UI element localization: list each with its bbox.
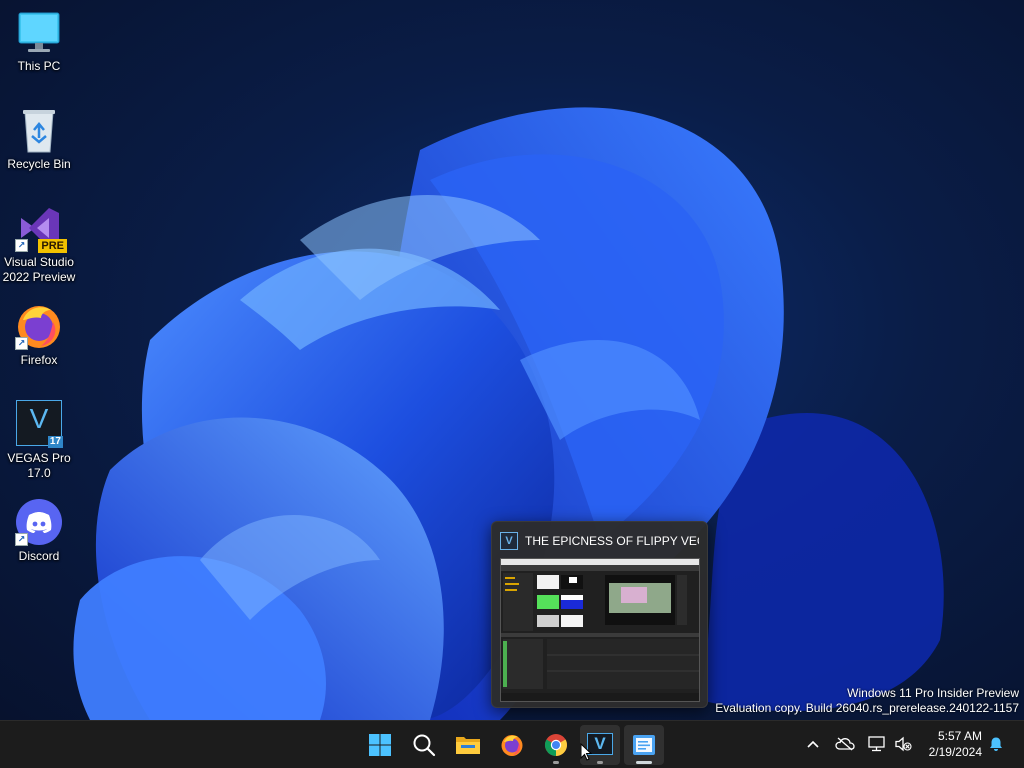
- start-icon: [369, 734, 391, 756]
- volume-muted-icon: [895, 736, 912, 752]
- network-status-button[interactable]: [866, 734, 888, 754]
- shortcut-arrow-icon: ↗: [15, 337, 28, 350]
- onedrive-offline-icon: [835, 737, 855, 751]
- firefox-icon: [501, 735, 523, 756]
- mouse-cursor-icon: [580, 743, 592, 761]
- firefox-taskbar-button[interactable]: [492, 725, 532, 765]
- desktop-icon-label: VEGAS Pro 17.0: [7, 451, 71, 480]
- notepad-icon: [633, 735, 655, 755]
- desktop-icon-recycle-bin[interactable]: Recycle Bin: [0, 106, 78, 172]
- preview-badge: PRE: [38, 239, 67, 253]
- desktop-icon-vegas-pro[interactable]: V 17 VEGAS Pro 17.0: [0, 400, 78, 481]
- taskbar-thumbnail-preview[interactable]: V THE EPICNESS OF FLIPPY VEG F...: [491, 521, 708, 708]
- show-hidden-icons-button[interactable]: [804, 734, 822, 754]
- shortcut-arrow-icon: ↗: [15, 239, 28, 252]
- notifications-button[interactable]: [986, 734, 1006, 754]
- chrome-taskbar-button[interactable]: [536, 725, 576, 765]
- thumbnail-window-title: THE EPICNESS OF FLIPPY VEG F...: [525, 534, 699, 548]
- desktop-icon-label: Discord: [18, 549, 60, 563]
- vegas-pro-icon: V: [500, 532, 518, 550]
- running-indicator: [553, 761, 559, 764]
- chevron-up-icon: [807, 740, 819, 748]
- vegas-pro-icon: V 17: [15, 400, 63, 448]
- watermark-build: Evaluation copy. Build 26040.rs_prerelea…: [715, 700, 1019, 715]
- desktop-icon-discord[interactable]: ↗ Discord: [0, 498, 78, 564]
- start-button[interactable]: [360, 725, 400, 765]
- notepad-taskbar-button[interactable]: [624, 725, 664, 765]
- discord-icon: ↗: [15, 498, 63, 546]
- desktop-icon-firefox[interactable]: ↗ Firefox: [0, 302, 78, 368]
- firefox-icon: ↗: [15, 302, 63, 350]
- desktop-icon-label: Visual Studio 2022 Preview: [2, 255, 76, 284]
- running-indicator: [597, 761, 603, 764]
- onedrive-status-button[interactable]: [834, 734, 856, 754]
- monitor-icon: [15, 8, 63, 56]
- desktop-icon-label: Recycle Bin: [7, 157, 71, 171]
- visual-studio-icon: PRE ↗: [15, 204, 67, 253]
- notification-bell-icon: [990, 737, 1002, 751]
- file-explorer-icon: [456, 737, 480, 754]
- desktop-icon-visual-studio[interactable]: PRE ↗ Visual Studio 2022 Preview: [0, 204, 78, 285]
- recycle-bin-icon: [15, 106, 63, 154]
- system-clock[interactable]: 5:57 AM 2/19/2024: [929, 728, 982, 760]
- desktop-icon-this-pc[interactable]: This PC: [0, 8, 78, 74]
- shortcut-arrow-icon: ↗: [15, 533, 28, 546]
- file-explorer-button[interactable]: [448, 725, 488, 765]
- volume-button[interactable]: [892, 734, 914, 754]
- version-badge: 17: [47, 436, 63, 448]
- search-button[interactable]: [404, 725, 444, 765]
- desktop-icon-label: This PC: [17, 59, 61, 73]
- network-icon: [868, 736, 885, 752]
- thumbnail-title-row: V THE EPICNESS OF FLIPPY VEG F...: [500, 531, 699, 551]
- windows-watermark: Windows 11 Pro Insider Preview Evaluatio…: [715, 686, 1019, 715]
- watermark-edition: Windows 11 Pro Insider Preview: [847, 686, 1019, 700]
- window-preview-image[interactable]: [500, 558, 700, 702]
- search-icon: [413, 734, 436, 757]
- active-window-indicator: [636, 761, 652, 764]
- desktop-icon-label: Firefox: [20, 353, 58, 367]
- chrome-icon: [545, 734, 567, 756]
- clock-time: 5:57 AM: [937, 729, 982, 743]
- clock-date: 2/19/2024: [928, 745, 982, 759]
